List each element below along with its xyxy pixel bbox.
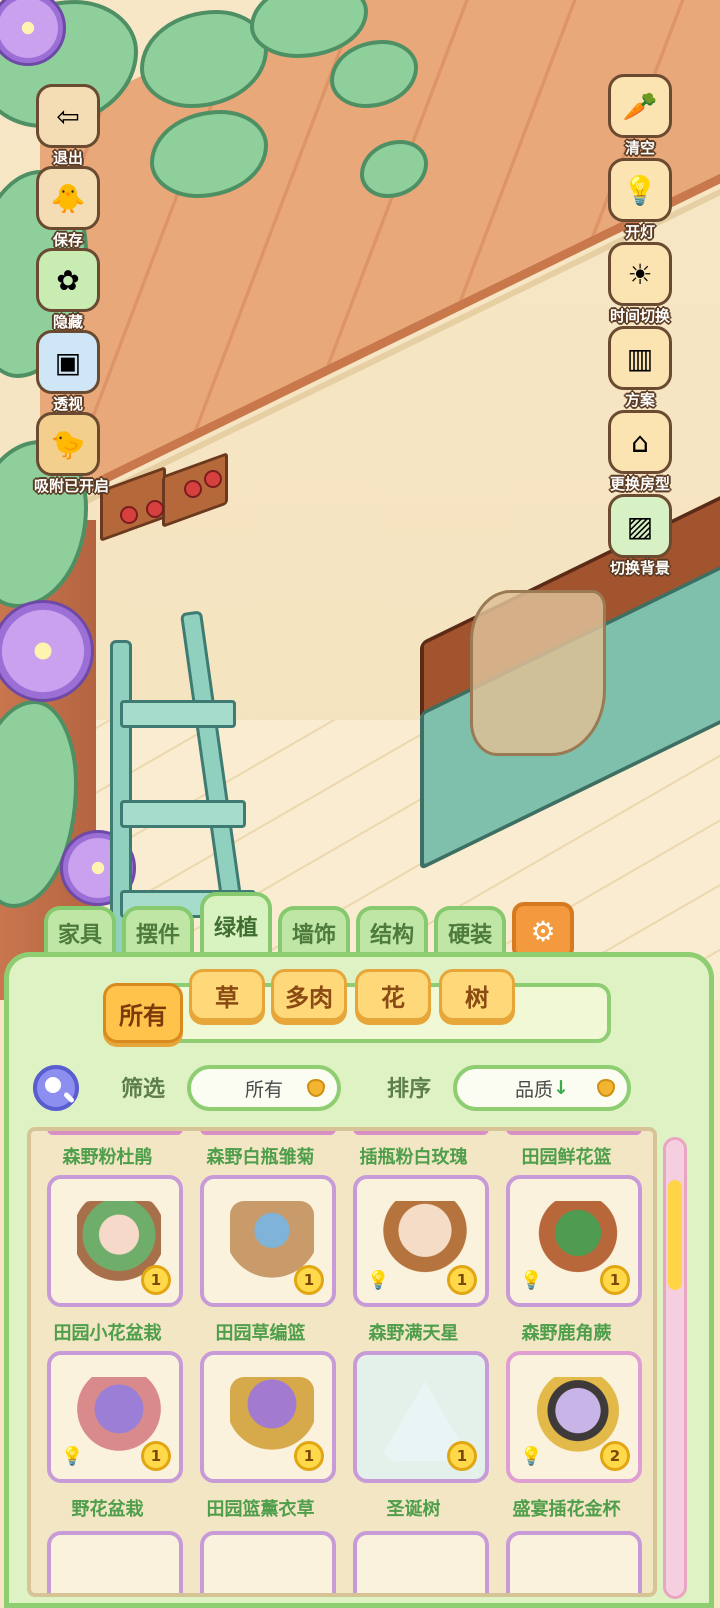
light-bulb-icon: 💡 [61,1446,84,1467]
row-labels: 野花盆栽 田园篮薰衣草 圣诞树 盛宴插花金杯 [31,1495,653,1521]
count-badge: 2 [600,1441,630,1471]
item-card[interactable]: 💡 2 [506,1351,642,1483]
tab-furniture[interactable]: 家具 [44,906,117,956]
count-badge: 1 [600,1265,630,1295]
category-tabs: 家具 摆件 绿植 墙饰 结构 硬装 ⚙ [44,892,575,960]
count-badge: 1 [447,1265,477,1295]
filter-label: 筛选 [121,1077,166,1102]
item-card[interactable]: 💡 1 [353,1175,489,1307]
item-name: 森野白瓶雏菊 [206,1147,315,1168]
hide-leaf-icon: ✿ [36,248,100,312]
save-button[interactable]: 🐥 保存 [28,166,108,252]
item-name: 森野鹿角蕨 [521,1323,612,1344]
item-name: 田园鲜花篮 [521,1147,612,1168]
strawberry-planter[interactable] [100,440,230,543]
plan-button[interactable]: ▥ 方案 [600,326,680,412]
subtab-succulent[interactable]: 多肉 [271,969,347,1021]
save-duck-icon: 🐥 [36,166,100,230]
search-icon[interactable] [33,1065,79,1111]
item-card[interactable] [506,1531,642,1593]
item-card[interactable] [200,1531,336,1593]
scroll-thumb[interactable] [668,1180,682,1290]
subtab-tree[interactable]: 树 [439,969,515,1021]
lace-cloth [470,590,606,756]
item-name: 盛宴插花金杯 [512,1499,621,1520]
filter-dropdown[interactable]: 所有 [187,1065,341,1111]
subtab-grass[interactable]: 草 [189,969,265,1021]
snap-toggle-button[interactable]: 🐤 吸附已开启 [28,412,109,498]
item-card[interactable]: 💡 1 [47,1351,183,1483]
light-bulb-icon: 💡 [520,1446,543,1467]
item-name: 田园小花盆栽 [53,1323,162,1344]
filter-value: 所有 [244,1078,283,1101]
chevron-down-icon [597,1079,615,1097]
perspective-button[interactable]: ▣ 透视 [28,330,108,416]
item-card[interactable]: 1 [200,1351,336,1483]
item-card[interactable]: 1 [47,1175,183,1307]
count-badge: 1 [141,1265,171,1295]
item-card[interactable]: 1 [200,1175,336,1307]
item-name: 森野粉杜鹃 [62,1147,153,1168]
sort-label: 排序 [387,1077,432,1102]
exit-door-icon: ⇦ [36,84,100,148]
change-background-button[interactable]: ▨ 切换背景 [600,494,680,580]
item-grid[interactable]: 森野粉杜鹃 森野白瓶雏菊 插瓶粉白玫瑰 田园鲜花篮 1 1 💡 1 💡 1 田园… [27,1127,657,1597]
clear-broom-icon: 🥕 [608,74,672,138]
light-bulb-icon: 💡 [520,1270,543,1291]
hide-button[interactable]: ✿ 隐藏 [28,248,108,334]
light-bulb-icon: 💡 [367,1270,390,1291]
time-switch-button[interactable]: ☀ 时间切换 [600,242,680,328]
item-name: 圣诞树 [386,1499,441,1520]
item-name: 田园篮薰衣草 [206,1499,315,1520]
chevron-down-icon [307,1079,325,1097]
change-room-button[interactable]: ⌂ 更换房型 [600,410,680,496]
perspective-cube-icon: ▣ [36,330,100,394]
item-card[interactable] [47,1531,183,1593]
item-name: 插瓶粉白玫瑰 [359,1147,468,1168]
scrollbar[interactable] [663,1137,687,1599]
item-name: 田园草编篮 [215,1323,306,1344]
count-badge: 1 [294,1441,324,1471]
item-name: 野花盆栽 [71,1499,144,1520]
item-card[interactable]: 💡 1 [506,1175,642,1307]
sort-dropdown[interactable]: 品质 ↓ [453,1065,631,1111]
subtab-flower[interactable]: 花 [355,969,431,1021]
subtab-all[interactable]: 所有 [103,983,183,1043]
tab-plants[interactable]: 绿植 [200,892,273,956]
light-toggle-button[interactable]: 💡 开灯 [600,158,680,244]
count-badge: 1 [447,1441,477,1471]
day-night-icon: ☀ [608,242,672,306]
clear-button[interactable]: 🥕 清空 [600,74,680,160]
sort-direction: ↓ [553,1077,569,1099]
item-card[interactable]: 1 [353,1351,489,1483]
house-icon: ⌂ [608,410,672,474]
snap-magnet-icon: 🐤 [36,412,100,476]
tab-wall-decor[interactable]: 墙饰 [278,906,351,956]
background-icon: ▨ [608,494,672,558]
count-badge: 1 [141,1441,171,1471]
exit-button[interactable]: ⇦ 退出 [28,84,108,170]
tab-ornaments[interactable]: 摆件 [122,906,195,956]
tab-hardware[interactable]: 硬装 [434,906,507,956]
tab-structure[interactable]: 结构 [356,906,429,956]
item-panel: 所有 草 多肉 花 树 筛选 所有 排序 品质 ↓ 森野粉杜鹃 森野白瓶雏菊 插瓶… [4,952,714,1608]
lamp-icon: 💡 [608,158,672,222]
top-row-labels: 森野粉杜鹃 森野白瓶雏菊 插瓶粉白玫瑰 田园鲜花篮 [31,1143,653,1169]
row-labels: 田园小花盆栽 田园草编篮 森野满天星 森野鹿角蕨 [31,1319,653,1345]
count-badge: 1 [294,1265,324,1295]
item-card[interactable] [353,1531,489,1593]
sort-value: 品质 [515,1078,554,1101]
item-name: 森野满天星 [368,1323,459,1344]
plan-book-icon: ▥ [608,326,672,390]
